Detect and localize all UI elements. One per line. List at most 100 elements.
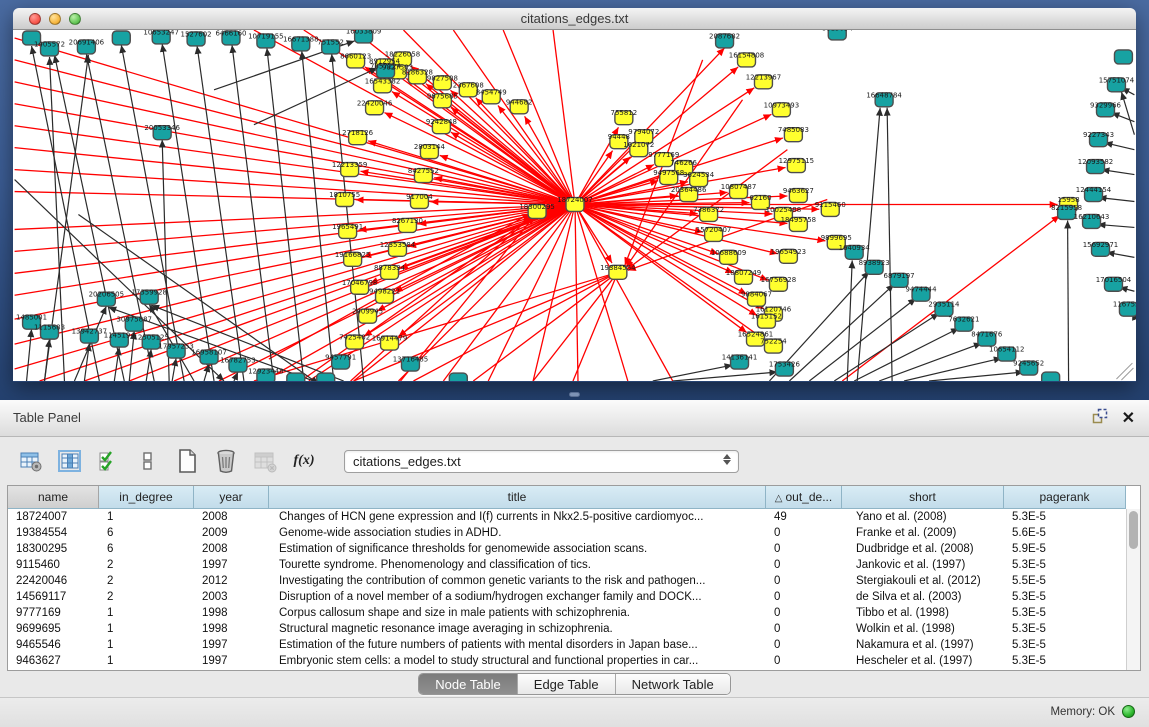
network-view[interactable]: 1872400718300295193845548660123891295418… — [13, 30, 1136, 381]
graph-node-label: 18226058 — [385, 50, 420, 58]
table-cell: 1 — [99, 621, 194, 637]
graph-node-label: 2409945 — [352, 308, 383, 316]
column-header-in_degree[interactable]: in_degree — [99, 486, 194, 509]
network-table-select[interactable]: citations_edges.txt — [344, 450, 739, 473]
table-row[interactable]: 911546021997Tourette syndrome. Phenomeno… — [8, 557, 1126, 573]
table-cell: Genome-wide association studies in ADHD. — [269, 525, 766, 541]
graph-node-label: 17046798 — [342, 279, 377, 287]
window-titlebar[interactable]: citations_edges.txt — [13, 8, 1136, 30]
table-panel-title: Table Panel — [13, 410, 81, 425]
graph-node-label: 16543382 — [365, 77, 400, 85]
table-row[interactable]: 1938455462009Genome-wide association stu… — [8, 525, 1126, 541]
graph-node-label: 12444154 — [1076, 186, 1112, 194]
graph-node-label: 8471676 — [971, 331, 1002, 339]
float-panel-icon[interactable] — [1092, 408, 1108, 429]
graph-node-label: 917004 — [406, 193, 433, 201]
graph-edge — [1101, 170, 1134, 175]
table-cell: 5.9E-5 — [1004, 541, 1126, 557]
table-cell: Stergiakouli et al. (2012) — [842, 573, 1004, 589]
column-header-name[interactable]: name — [8, 486, 99, 509]
desktop: citations_edges.txt 18724007183002951938… — [0, 0, 1149, 400]
node-table: namein_degreeyeartitle△out_de...shortpag… — [7, 485, 1141, 671]
tab-node-table[interactable]: Node Table — [419, 674, 518, 694]
graph-node-label: 10719155 — [248, 32, 283, 40]
table-row[interactable]: 946362711997Embryonic stem cells: a mode… — [8, 653, 1126, 669]
table-settings-icon[interactable] — [18, 448, 44, 474]
delete-table-icon[interactable] — [213, 448, 239, 474]
stacked-squares-icon[interactable] — [135, 448, 161, 474]
table-row[interactable]: 1830029562008Estimation of significance … — [8, 541, 1126, 557]
panel-resize-grip[interactable] — [569, 392, 580, 397]
graph-node-label: 7632621 — [948, 316, 979, 324]
table-cell: 18724007 — [8, 509, 99, 525]
table-scrollbar[interactable] — [1126, 509, 1140, 670]
table-body: 1872400712008Changes of HCN gene express… — [8, 509, 1126, 670]
graph-node-label: 16033809 — [346, 30, 381, 35]
table-row[interactable]: 2242004622012Investigating the contribut… — [8, 573, 1126, 589]
column-header-short[interactable]: short — [842, 486, 1004, 509]
graph-node-label: 9457791 — [325, 354, 356, 362]
minimize-window-icon[interactable] — [49, 13, 61, 25]
traffic-lights — [29, 13, 81, 25]
table-row[interactable]: 946554611997Estimation of the future num… — [8, 637, 1126, 653]
show-column-icon[interactable] — [57, 448, 83, 474]
new-table-icon[interactable] — [174, 448, 200, 474]
graph-node-label: 9115460 — [815, 201, 846, 209]
graph-node-teal[interactable] — [1114, 50, 1132, 64]
graph-node-label: 9884067 — [741, 291, 772, 299]
close-window-icon[interactable] — [29, 13, 41, 25]
graph-node-label: 8878334 — [374, 264, 406, 272]
graph-node-label: 15692971 — [1083, 241, 1118, 249]
table-row[interactable]: 1872400712008Changes of HCN gene express… — [8, 509, 1126, 525]
graph-node-teal[interactable] — [287, 373, 305, 381]
graph-node-label: 12213359 — [332, 161, 367, 169]
function-builder-icon[interactable]: f(x) — [291, 448, 317, 474]
graph-node-label: 1753426 — [769, 361, 800, 369]
graph-node-label: 9899695 — [821, 234, 852, 242]
graph-node-label: 20691406 — [69, 38, 104, 46]
graph-node-label: 8427552 — [408, 167, 439, 175]
tab-network-table[interactable]: Network Table — [616, 674, 730, 694]
table-cell: 2003 — [194, 589, 269, 605]
table-cell: Embryonic stem cells: a model to study s… — [269, 653, 766, 669]
table-cell: 2009 — [194, 525, 269, 541]
tab-edge-table[interactable]: Edge Table — [518, 674, 616, 694]
table-cell: 18300295 — [8, 541, 99, 557]
graph-edge — [27, 329, 32, 381]
column-header-pagerank[interactable]: pagerank — [1004, 486, 1126, 509]
graph-node-label: 16782753 — [220, 357, 255, 365]
graph-node-label: 12505125 — [133, 334, 168, 342]
table-cell: 5.3E-5 — [1004, 557, 1126, 573]
table-cell: 5.6E-5 — [1004, 525, 1126, 541]
memory-status-icon[interactable] — [1122, 705, 1135, 718]
graph-node-label: 6879197 — [884, 272, 915, 280]
memory-status-label: Memory: OK — [1050, 706, 1115, 718]
graph-node-teal[interactable] — [317, 373, 335, 381]
graph-node-label: 10688609 — [711, 249, 746, 257]
table-row[interactable]: 969969511998Structural magnetic resonanc… — [8, 621, 1126, 637]
graph-node-teal[interactable] — [112, 31, 130, 45]
table-row[interactable]: 1456911722003Disruption of a novel membe… — [8, 589, 1126, 605]
table-scrollbar-thumb[interactable] — [1129, 511, 1138, 549]
graph-node-label: 9242848 — [426, 118, 457, 126]
column-header-year[interactable]: year — [194, 486, 269, 509]
table-cell: 1 — [99, 605, 194, 621]
import-table-icon[interactable] — [252, 448, 278, 474]
table-cell: 0 — [766, 525, 842, 541]
graph-node-label: 17359928 — [131, 289, 166, 297]
graph-edge — [1121, 92, 1134, 135]
zoom-window-icon[interactable] — [69, 13, 81, 25]
graph-node-label: 1167534 — [1113, 301, 1136, 309]
graph-node-label: 2803144 — [414, 143, 446, 151]
close-panel-icon[interactable]: ✕ — [1122, 411, 1135, 427]
column-header-title[interactable]: title — [269, 486, 766, 509]
select-columns-icon[interactable] — [96, 448, 122, 474]
table-cell: 1997 — [194, 653, 269, 669]
table-cell: Corpus callosum shape and size in male p… — [269, 605, 766, 621]
graph-node-label: 15751074 — [1099, 76, 1135, 84]
graph-node-teal[interactable] — [449, 373, 467, 381]
table-row[interactable]: 977716911998Corpus callosum shape and si… — [8, 605, 1126, 621]
column-header-out_de[interactable]: △out_de... — [766, 486, 842, 509]
graph-node-teal[interactable] — [1042, 372, 1060, 381]
table-cell: 1998 — [194, 621, 269, 637]
